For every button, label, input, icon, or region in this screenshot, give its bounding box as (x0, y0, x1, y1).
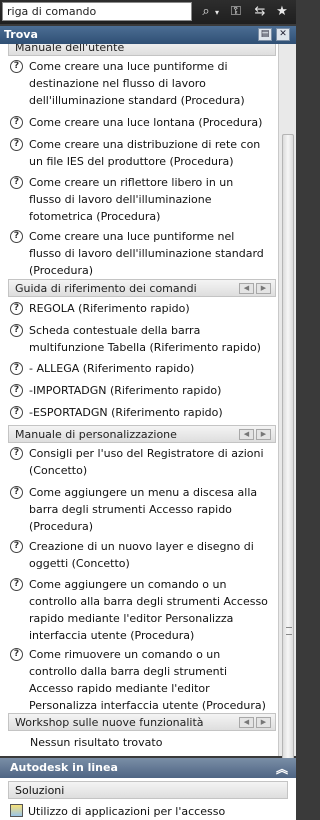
help-icon: ? (10, 648, 23, 661)
panel-header: Trova ▤ ✕ (0, 26, 296, 44)
section-solutions[interactable]: Soluzioni (8, 781, 288, 799)
list-item[interactable]: ? - ALLEGA (Riferimento rapido) (10, 360, 268, 377)
help-icon: ? (10, 60, 23, 73)
list-item[interactable]: ? Scheda contestuale della barra multifu… (10, 322, 268, 356)
help-icon: ? (10, 384, 23, 397)
binoculars-icon[interactable]: ⌕ (196, 2, 219, 23)
next-arrow-icon[interactable]: ▶ (256, 429, 271, 440)
prev-arrow-icon[interactable]: ◀ (239, 717, 254, 728)
list-item[interactable]: ? Come creare una distribuzione di rete … (10, 136, 268, 170)
list-item[interactable]: ? -IMPORTADGN (Riferimento rapido) (10, 382, 268, 399)
list-item[interactable]: ? Come creare una luce puntiforme di des… (10, 58, 268, 109)
online-section-header[interactable]: Autodesk in linea ︽ (0, 758, 296, 778)
close-icon[interactable]: ✕ (276, 28, 290, 41)
help-icon: ? (10, 406, 23, 419)
scrollbar-grip-icon (286, 627, 292, 635)
help-icon: ? (10, 138, 23, 151)
help-icon: ? (10, 302, 23, 315)
section-command-reference[interactable]: Guida di riferimento dei comandi ◀ ▶ (8, 279, 276, 297)
prev-arrow-icon[interactable]: ◀ (239, 283, 254, 294)
section-customization-manual[interactable]: Manuale di personalizzazione ◀ ▶ (8, 425, 276, 443)
scrollbar-thumb[interactable] (282, 134, 294, 794)
no-results-text: Nessun risultato trovato (30, 736, 163, 749)
key-icon[interactable]: ⚿ (226, 2, 246, 22)
panel-options-icon[interactable]: ▤ (258, 28, 272, 41)
help-icon: ? (10, 116, 23, 129)
next-arrow-icon[interactable]: ▶ (256, 283, 271, 294)
list-item[interactable]: ? Come creare una luce puntiforme nel fl… (10, 228, 268, 279)
list-item[interactable]: ? Come aggiungere un menu a discesa alla… (10, 484, 268, 535)
help-icon: ? (10, 230, 23, 243)
list-item[interactable]: ? Come creare una luce lontana (Procedur… (10, 114, 268, 131)
help-icon: ? (10, 447, 23, 460)
help-icon: ? (10, 362, 23, 375)
list-item[interactable]: ? REGOLA (Riferimento rapido) (10, 300, 268, 317)
application-icon (10, 804, 23, 817)
help-icon: ? (10, 578, 23, 591)
collapse-icon[interactable]: ︽ (276, 760, 288, 777)
panel-title: Trova (4, 28, 38, 41)
online-pane: Soluzioni Utilizzo di applicazioni per l… (0, 778, 296, 820)
next-arrow-icon[interactable]: ▶ (256, 717, 271, 728)
search-input[interactable]: riga di comando (2, 2, 192, 21)
list-item[interactable]: ? Come aggiungere un comando o un contro… (10, 576, 268, 644)
results-pane: Manuale dell'utente ? Come creare una lu… (0, 44, 278, 756)
section-workshop[interactable]: Workshop sulle nuove funzionalità ◀ ▶ (8, 713, 276, 731)
list-item[interactable]: ? Come creare un riflettore libero in un… (10, 174, 268, 225)
top-toolbar: riga di comando ⌕ ⚿ ⇆ ★ (0, 0, 296, 24)
list-item[interactable]: ? -ESPORTADGN (Riferimento rapido) (10, 404, 268, 421)
prev-arrow-icon[interactable]: ◀ (239, 429, 254, 440)
list-item[interactable]: ? Come rimuovere un comando o un control… (10, 646, 268, 714)
list-item[interactable]: ? Creazione di un nuovo layer e disegno … (10, 538, 268, 572)
star-icon[interactable]: ★ (272, 2, 292, 22)
help-icon: ? (10, 486, 23, 499)
section-user-manual[interactable]: Manuale dell'utente (8, 44, 276, 56)
vertical-scrollbar[interactable] (278, 44, 296, 794)
list-item[interactable]: Utilizzo di applicazioni per l'accesso (10, 804, 225, 818)
help-icon: ? (10, 540, 23, 553)
exchange-icon[interactable]: ⇆ (250, 2, 270, 22)
list-item[interactable]: ? Consigli per l'uso del Registratore di… (10, 445, 268, 479)
help-icon: ? (10, 176, 23, 189)
help-icon: ? (10, 324, 23, 337)
